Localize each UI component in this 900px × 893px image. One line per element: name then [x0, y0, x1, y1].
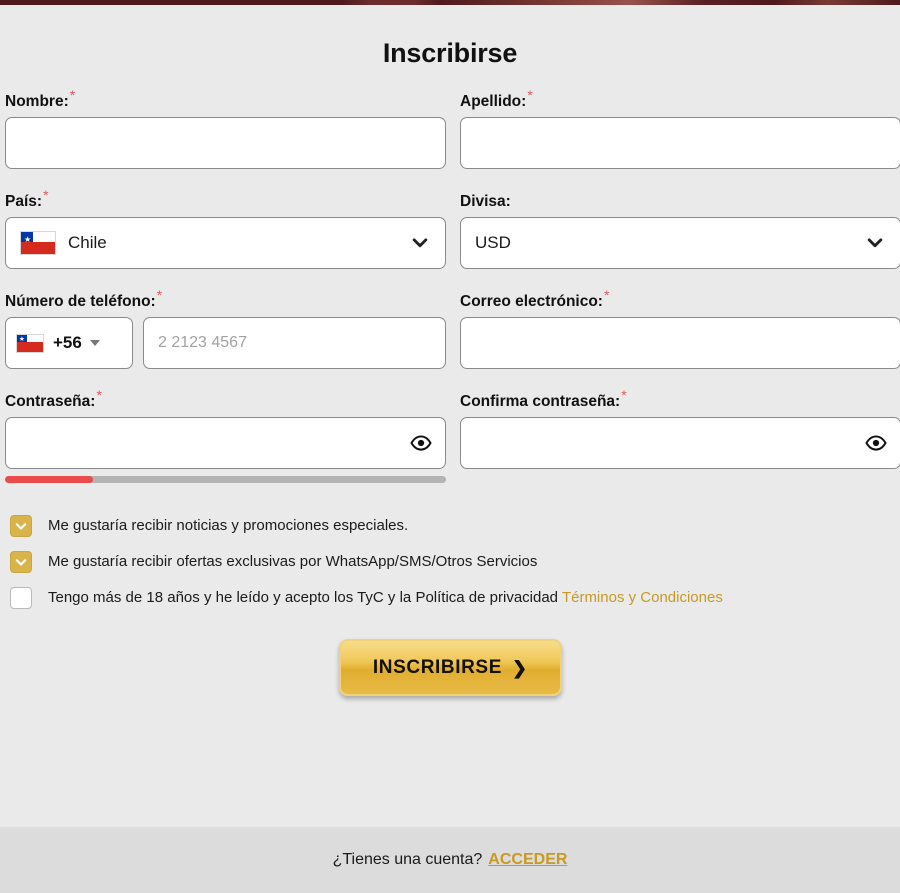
field-group-apellido: Apellido:* — [460, 88, 900, 169]
field-group-nombre: Nombre:* — [5, 88, 446, 169]
label-correo-text: Correo electrónico: — [460, 293, 603, 310]
login-link[interactable]: ACCEDER — [488, 851, 567, 869]
flag-red-band — [17, 342, 43, 352]
label-divisa: Divisa: — [460, 193, 900, 211]
password-strength-fill — [5, 476, 94, 483]
consent-row-terms: Tengo más de 18 años y he leído y acepto… — [10, 587, 895, 609]
consent-label-terms: Tengo más de 18 años y he leído y acepto… — [48, 588, 723, 608]
check-icon — [15, 523, 27, 530]
consent-label-offers: Me gustaría recibir ofertas exclusivas p… — [48, 553, 538, 570]
required-asterisk: * — [527, 86, 533, 103]
correo-input[interactable] — [460, 317, 900, 369]
eye-icon — [410, 435, 432, 451]
chevron-down-icon — [412, 238, 428, 248]
consent-row-news: Me gustaría recibir noticias y promocion… — [10, 515, 895, 537]
toggle-confirm-password-visibility-button[interactable] — [865, 432, 887, 454]
field-group-contrasena: Contraseña:* — [5, 388, 446, 483]
caret-down-icon — [89, 340, 100, 346]
required-asterisk: * — [96, 386, 102, 403]
chile-flag-icon: ★ — [16, 333, 44, 353]
label-nombre-text: Nombre: — [5, 93, 69, 110]
label-contrasena: Contraseña:* — [5, 388, 446, 411]
form-row-passwords: Contraseña:* Confirma contraseña:* — [5, 388, 900, 483]
label-apellido: Apellido:* — [460, 88, 900, 111]
field-group-telefono: Número de teléfono:* ★ +56 — [5, 288, 446, 369]
field-group-confirma-contrasena: Confirma contraseña:* — [460, 388, 900, 483]
page-title: Inscribirse — [382, 38, 518, 68]
checkbox-offers[interactable] — [10, 551, 32, 573]
label-confirma-contrasena-text: Confirma contraseña: — [460, 393, 621, 410]
chevron-down-icon — [867, 238, 883, 248]
form-row-phone-email: Número de teléfono:* ★ +56 2 2123 4567 C… — [5, 288, 900, 369]
phone-input-group: ★ +56 — [5, 317, 446, 369]
label-divisa-text: Divisa: — [460, 193, 511, 210]
contrasena-wrapper — [5, 417, 446, 469]
required-asterisk: * — [156, 286, 163, 303]
consent-checkbox-list: Me gustaría recibir noticias y promocion… — [5, 515, 895, 609]
confirma-contrasena-wrapper — [460, 417, 900, 469]
field-group-divisa: Divisa: USD — [460, 193, 900, 269]
label-confirma-contrasena: Confirma contraseña:* — [460, 388, 900, 411]
label-contrasena-text: Contraseña: — [5, 393, 96, 410]
field-group-pais: País:* ★ Chile — [5, 188, 446, 269]
chevron-right-icon: ❯ — [511, 657, 528, 678]
required-asterisk: * — [621, 386, 627, 403]
submit-button-container: INSCRIBIRSE ❯ — [5, 639, 895, 696]
divisa-select[interactable]: USD — [460, 217, 900, 269]
checkbox-terms[interactable] — [10, 587, 32, 609]
signup-page: Inscribirse Nombre:* Apellido:* País:* ★… — [0, 5, 900, 827]
submit-button-label: INSCRIBIRSE — [372, 656, 502, 678]
chile-flag-icon: ★ — [20, 231, 56, 255]
required-asterisk: * — [43, 186, 49, 203]
form-row-country-currency: País:* ★ Chile Divisa: USD — [5, 188, 900, 269]
flag-red-band — [21, 242, 55, 254]
pais-selected-value: Chile — [68, 233, 107, 252]
inscribirse-submit-button[interactable]: INSCRIBIRSE ❯ — [338, 639, 562, 696]
terms-and-conditions-link[interactable]: Términos y Condiciones — [562, 589, 723, 606]
label-pais: País:* — [5, 188, 446, 211]
label-telefono-text: Número de teléfono: — [5, 293, 156, 310]
consent-terms-text: Tengo más de 18 años y he leído y acepto… — [48, 589, 559, 606]
page-footer: ¿Tienes una cuenta? ACCEDER — [0, 827, 900, 893]
label-pais-text: País: — [5, 193, 43, 210]
required-asterisk: * — [69, 86, 76, 103]
checkbox-news[interactable] — [10, 515, 32, 537]
label-nombre: Nombre:* — [5, 88, 446, 111]
check-icon — [15, 559, 27, 566]
eye-icon — [865, 435, 887, 451]
consent-label-news: Me gustaría recibir noticias y promocion… — [48, 517, 409, 534]
label-telefono: Número de teléfono:* — [5, 288, 446, 311]
phone-country-code-select[interactable]: ★ +56 — [5, 317, 133, 369]
consent-row-offers: Me gustaría recibir ofertas exclusivas p… — [10, 551, 895, 573]
form-row-name: Nombre:* Apellido:* — [5, 88, 900, 169]
label-correo: Correo electrónico:* — [460, 288, 900, 311]
label-apellido-text: Apellido: — [460, 93, 527, 110]
signup-form: Inscribirse Nombre:* Apellido:* País:* ★… — [0, 38, 900, 696]
apellido-input[interactable] — [460, 117, 900, 169]
telefono-input[interactable] — [143, 317, 446, 369]
divisa-selected-value: USD — [475, 233, 511, 252]
nombre-input[interactable] — [5, 117, 446, 169]
phone-country-code: +56 — [53, 333, 82, 352]
pais-select[interactable]: ★ Chile — [5, 217, 446, 269]
field-group-correo: Correo electrónico:* — [460, 288, 900, 369]
confirma-contrasena-input[interactable] — [460, 417, 900, 469]
toggle-password-visibility-button[interactable] — [410, 432, 432, 454]
contrasena-input[interactable] — [5, 417, 446, 469]
password-strength-bar — [5, 476, 446, 483]
required-asterisk: * — [603, 286, 610, 303]
footer-prompt-text: ¿Tienes una cuenta? — [332, 851, 483, 868]
